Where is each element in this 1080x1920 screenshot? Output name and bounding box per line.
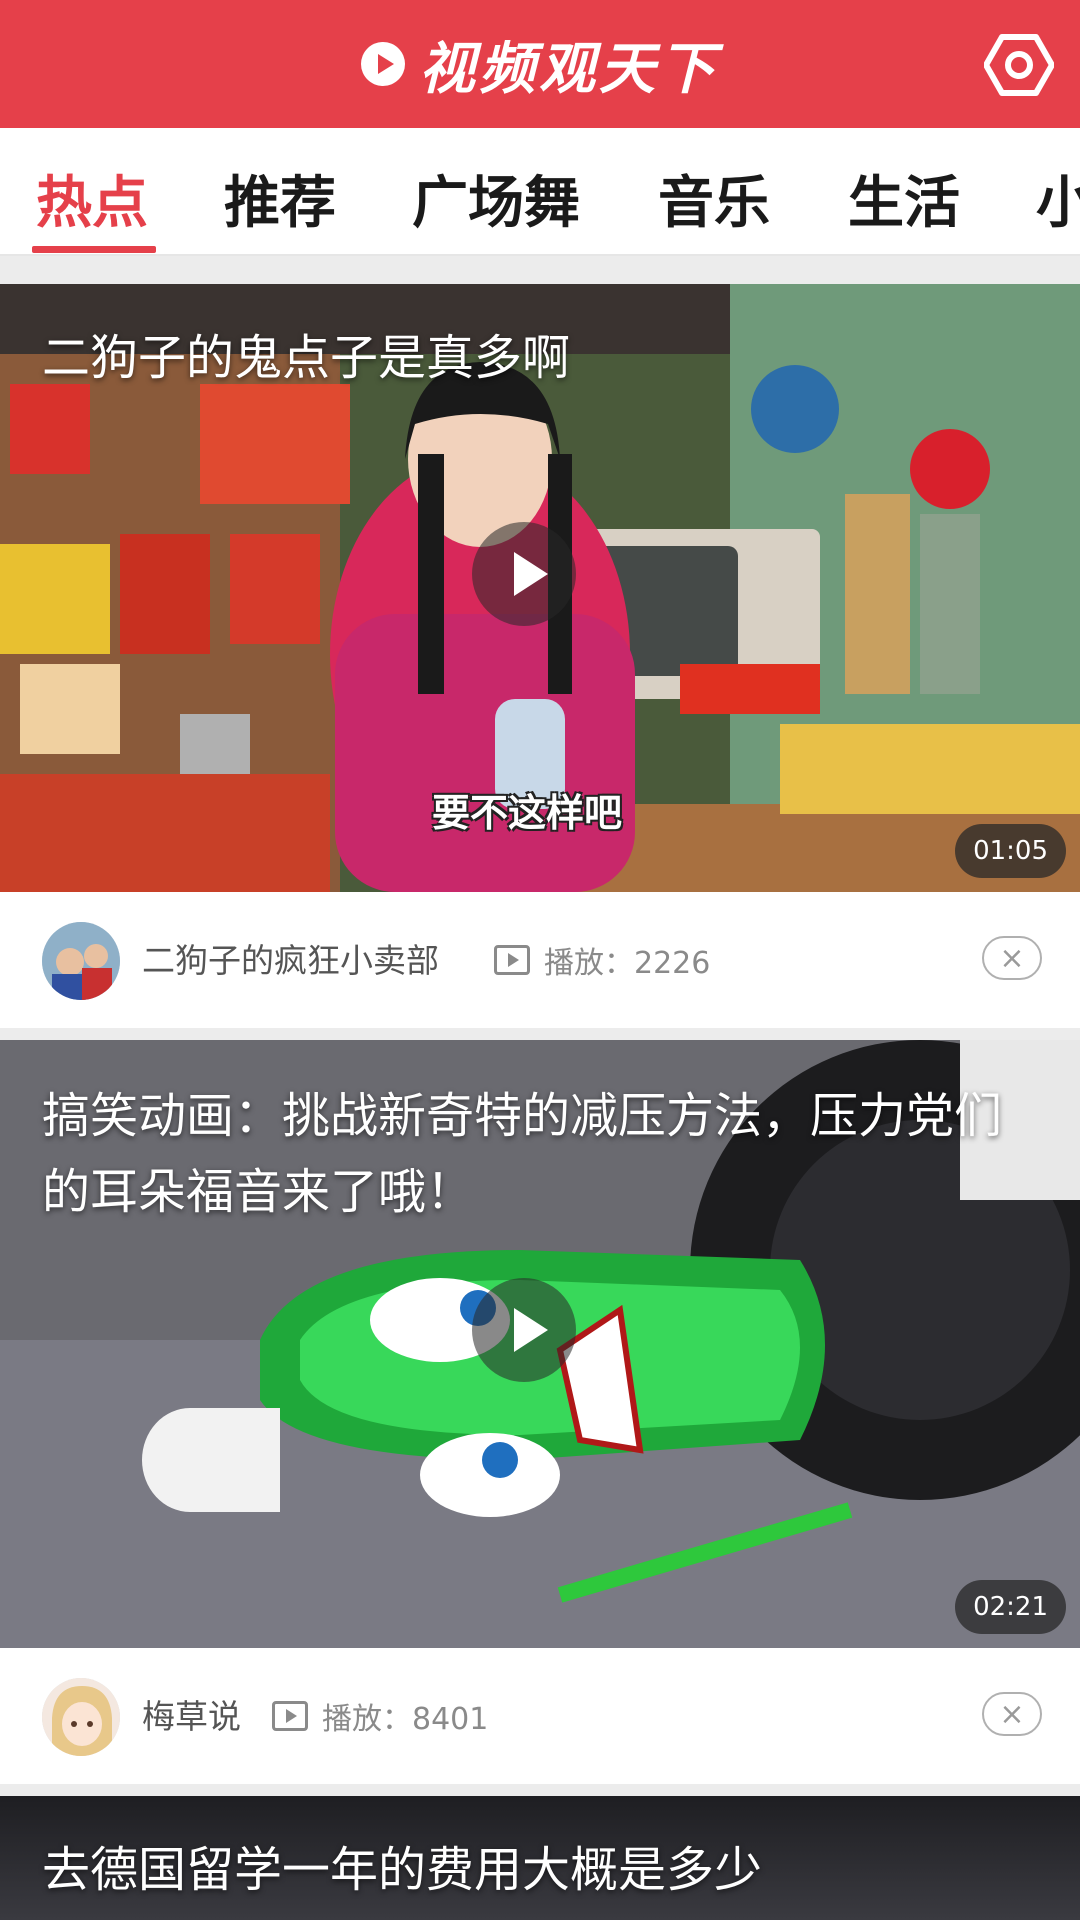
play-count-icon <box>272 1701 308 1731</box>
author-avatar[interactable] <box>42 922 120 1000</box>
author-avatar[interactable] <box>42 1678 120 1756</box>
video-card[interactable]: 去德国留学一年的费用大概是多少 <box>0 1796 1080 1920</box>
close-icon: × <box>999 1697 1025 1732</box>
play-button[interactable] <box>472 1278 576 1382</box>
close-icon: × <box>999 941 1025 976</box>
play-count-text: 播放：2226 <box>544 946 711 981</box>
play-count: 播放：2226 <box>494 938 710 982</box>
active-tab-indicator <box>32 246 156 253</box>
dismiss-button[interactable]: × <box>982 1692 1042 1736</box>
play-button[interactable] <box>472 522 576 626</box>
tab-recommend[interactable]: 推荐 <box>224 158 336 239</box>
video-thumbnail[interactable]: 去德国留学一年的费用大概是多少 <box>0 1796 1080 1920</box>
video-title[interactable]: 搞笑动画：挑战新奇特的减压方法，压力党们的耳朵福音来了哦！ <box>42 1078 1040 1230</box>
video-duration: 01:05 <box>955 824 1066 878</box>
video-card[interactable]: 二狗子的鬼点子是真多啊 要不这样吧 01:05 二狗子的疯狂小卖部 播放：222… <box>0 284 1080 1028</box>
video-meta: 二狗子的疯狂小卖部 播放：2226 × <box>0 892 1080 1028</box>
play-count-icon <box>494 945 530 975</box>
app-title: 视频观天下 <box>419 36 719 102</box>
video-thumbnail[interactable]: 搞笑动画：挑战新奇特的减压方法，压力党们的耳朵福音来了哦！ 02:21 <box>0 1040 1080 1648</box>
tab-square-dance[interactable]: 广场舞 <box>412 158 580 239</box>
video-title[interactable]: 去德国留学一年的费用大概是多少 <box>42 1832 1040 1908</box>
play-count: 播放：8401 <box>272 1694 488 1738</box>
tab-hot[interactable]: 热点 <box>36 158 148 239</box>
settings-icon[interactable] <box>984 34 1054 96</box>
category-tabs: 热点 推荐 广场舞 音乐 生活 小 <box>0 128 1080 256</box>
author-name[interactable]: 二狗子的疯狂小卖部 <box>142 934 439 982</box>
tab-life[interactable]: 生活 <box>848 158 960 239</box>
header-title-group: 视频观天下 <box>0 0 1080 128</box>
author-name[interactable]: 梅草说 <box>142 1690 241 1738</box>
video-meta: 梅草说 播放：8401 × <box>0 1648 1080 1784</box>
video-caption: 要不这样吧 <box>432 791 623 835</box>
app-header: 视频观天下 <box>0 0 1080 128</box>
video-duration: 02:21 <box>955 1580 1066 1634</box>
video-card[interactable]: 搞笑动画：挑战新奇特的减压方法，压力党们的耳朵福音来了哦！ 02:21 梅草说 … <box>0 1040 1080 1784</box>
video-thumbnail[interactable]: 二狗子的鬼点子是真多啊 要不这样吧 01:05 <box>0 284 1080 892</box>
tab-music[interactable]: 音乐 <box>658 158 770 239</box>
play-count-text: 播放：8401 <box>322 1702 489 1737</box>
tab-more[interactable]: 小 <box>1036 158 1080 239</box>
dismiss-button[interactable]: × <box>982 936 1042 980</box>
video-title[interactable]: 二狗子的鬼点子是真多啊 <box>42 320 1040 396</box>
play-circle-icon <box>361 42 405 86</box>
